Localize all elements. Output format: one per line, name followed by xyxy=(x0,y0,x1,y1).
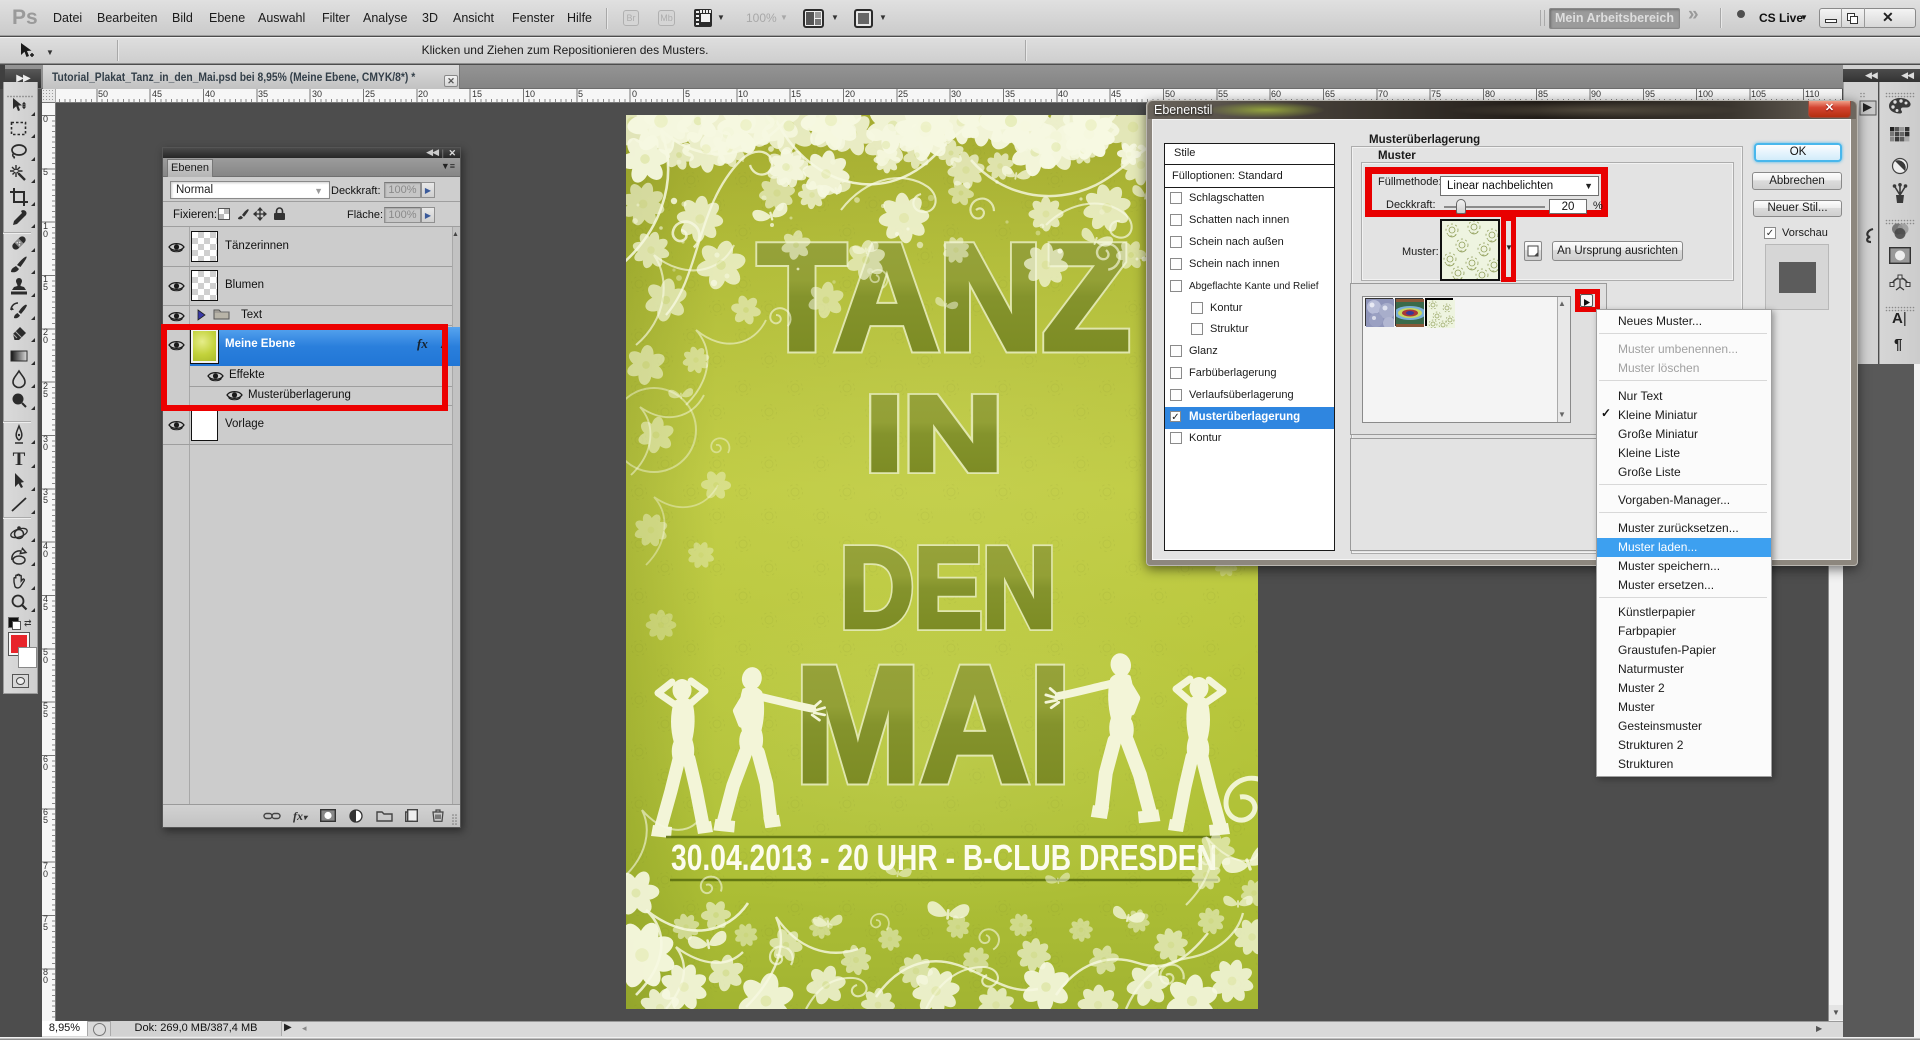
svg-text:T: T xyxy=(13,449,26,470)
svg-text:30.04.2013 - 20 UHR - B-CLUB D: 30.04.2013 - 20 UHR - B-CLUB DRESDEN xyxy=(671,837,1217,878)
svg-text:MAI: MAI xyxy=(795,633,1071,816)
svg-text:IN: IN xyxy=(865,375,1003,493)
